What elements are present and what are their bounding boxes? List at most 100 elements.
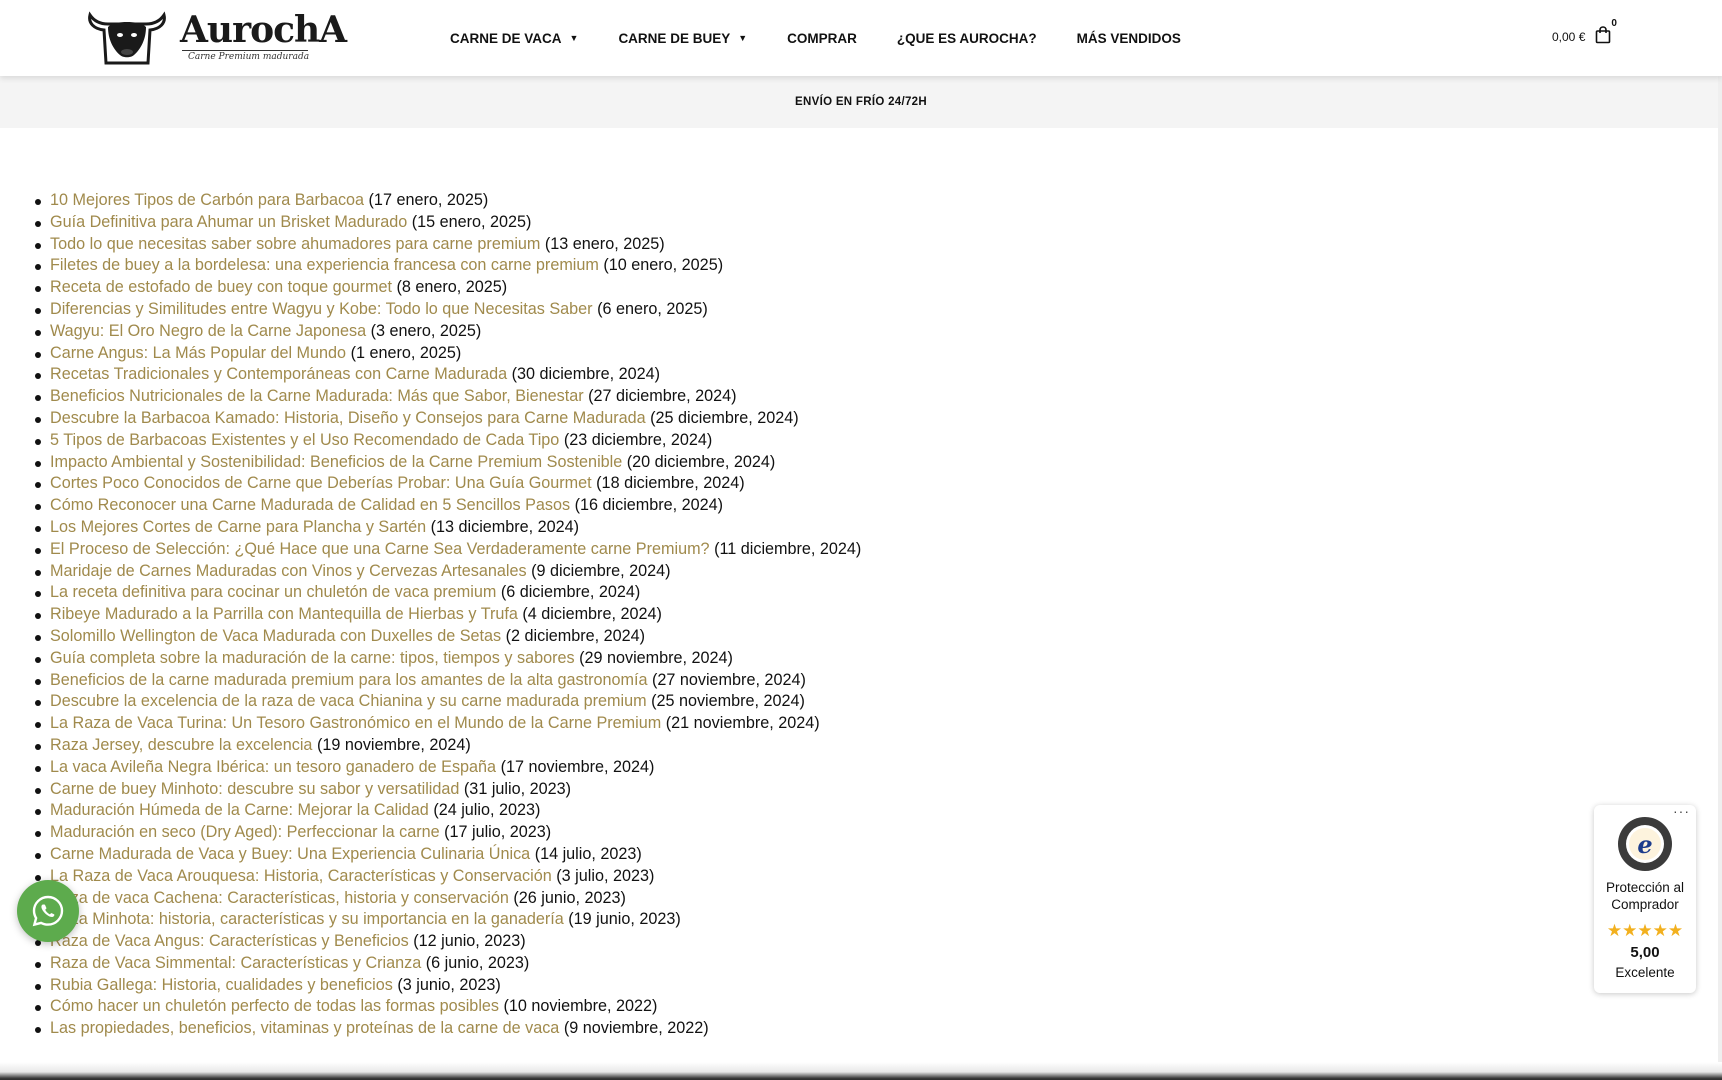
list-item: Receta de estofado de buey con toque gou… bbox=[30, 277, 861, 299]
post-date: (19 noviembre, 2024) bbox=[316, 735, 471, 754]
post-link[interactable]: Raza Minhota: historia, características … bbox=[50, 910, 564, 928]
cart-widget[interactable]: 0,00 € 0 bbox=[1552, 18, 1617, 48]
list-item: Maridaje de Carnes Maduradas con Vinos y… bbox=[30, 561, 861, 583]
post-date: (10 enero, 2025) bbox=[603, 256, 724, 275]
list-item: Diferencias y Similitudes entre Wagyu y … bbox=[30, 299, 861, 321]
list-item: Cómo Reconocer una Carne Madurada de Cal… bbox=[30, 495, 861, 517]
list-item: Recetas Tradicionales y Contemporáneas c… bbox=[30, 364, 861, 386]
post-date: (25 noviembre, 2024) bbox=[651, 692, 805, 711]
post-link[interactable]: Wagyu: El Oro Negro de la Carne Japonesa bbox=[50, 322, 366, 340]
post-link[interactable]: La receta definitiva para cocinar un chu… bbox=[50, 583, 496, 601]
post-link[interactable]: 10 Mejores Tipos de Carbón para Barbacoa bbox=[50, 191, 364, 209]
list-item: Raza de Vaca Simmental: Características … bbox=[30, 953, 861, 975]
list-item: Los Mejores Cortes de Carne para Plancha… bbox=[30, 517, 861, 539]
list-item: Wagyu: El Oro Negro de la Carne Japonesa… bbox=[30, 321, 861, 343]
shipping-banner: ENVÍO EN FRÍO 24/72H bbox=[0, 76, 1722, 128]
rating-score: 5,00 bbox=[1630, 944, 1660, 961]
post-link[interactable]: La Raza de Vaca Turina: Un Tesoro Gastro… bbox=[50, 714, 661, 732]
post-link[interactable]: La vaca Avileña Negra Ibérica: un tesoro… bbox=[50, 758, 496, 776]
post-link[interactable]: Beneficios de la carne madurada premium … bbox=[50, 671, 647, 689]
post-date: (21 noviembre, 2024) bbox=[665, 714, 820, 733]
brand-name: AurochA bbox=[180, 9, 347, 51]
post-link[interactable]: Las propiedades, beneficios, vitaminas y… bbox=[50, 1019, 559, 1037]
post-link[interactable]: Carne de buey Minhoto: descubre su sabor… bbox=[50, 780, 459, 798]
list-item: Maduración Húmeda de la Carne: Mejorar l… bbox=[30, 800, 861, 822]
post-link[interactable]: Impacto Ambiental y Sostenibilidad: Bene… bbox=[50, 453, 622, 471]
post-link[interactable]: Recetas Tradicionales y Contemporáneas c… bbox=[50, 365, 507, 383]
post-link[interactable]: Receta de estofado de buey con toque gou… bbox=[50, 278, 392, 296]
post-link[interactable]: Cortes Poco Conocidos de Carne que Deber… bbox=[50, 474, 592, 492]
nav-item-que-es-aurocha[interactable]: ¿QUE ES AUROCHA? bbox=[897, 31, 1037, 46]
list-item: Todo lo que necesitas saber sobre ahumad… bbox=[30, 234, 861, 256]
trusted-shops-badge[interactable]: ··· e Protección al Comprador ★★★★★ 5,00… bbox=[1594, 803, 1696, 993]
post-link[interactable]: Todo lo que necesitas saber sobre ahumad… bbox=[50, 235, 540, 253]
post-link[interactable]: Carne Madurada de Vaca y Buey: Una Exper… bbox=[50, 845, 530, 863]
bull-logo-icon bbox=[88, 11, 166, 65]
post-date: (31 julio, 2023) bbox=[463, 779, 572, 798]
post-link[interactable]: Cómo Reconocer una Carne Madurada de Cal… bbox=[50, 496, 570, 514]
post-link[interactable]: La Raza de Vaca Arouquesa: Historia, Car… bbox=[50, 867, 552, 885]
post-link[interactable]: Solomillo Wellington de Vaca Madurada co… bbox=[50, 627, 501, 645]
post-date: (3 junio, 2023) bbox=[397, 975, 501, 994]
post-link[interactable]: Ribeye Madurado a la Parrilla con Manteq… bbox=[50, 605, 518, 623]
list-item: Cortes Poco Conocidos de Carne que Deber… bbox=[30, 473, 861, 495]
caret-down-icon: ▼ bbox=[569, 33, 579, 43]
post-date: (23 diciembre, 2024) bbox=[563, 430, 713, 449]
nav-item-comprar[interactable]: COMPRAR bbox=[787, 31, 857, 46]
post-link[interactable]: Filetes de buey a la bordelesa: una expe… bbox=[50, 256, 599, 274]
post-link[interactable]: Descubre la excelencia de la raza de vac… bbox=[50, 692, 647, 710]
post-date: (12 junio, 2023) bbox=[413, 932, 526, 951]
rating-label: Excelente bbox=[1615, 965, 1675, 980]
post-date: (13 diciembre, 2024) bbox=[430, 517, 580, 536]
trust-badge-label: Protección al Comprador bbox=[1605, 880, 1685, 912]
post-link[interactable]: Rubia Gallega: Historia, cualidades y be… bbox=[50, 976, 393, 994]
list-item: Carne Madurada de Vaca y Buey: Una Exper… bbox=[30, 844, 861, 866]
list-item: Guía Definitiva para Ahumar un Brisket M… bbox=[30, 212, 861, 234]
post-link[interactable]: Diferencias y Similitudes entre Wagyu y … bbox=[50, 300, 593, 318]
list-item: 10 Mejores Tipos de Carbón para Barbacoa… bbox=[30, 190, 861, 212]
post-date: (8 enero, 2025) bbox=[396, 278, 508, 297]
post-link[interactable]: Guía completa sobre la maduración de la … bbox=[50, 649, 575, 667]
post-link[interactable]: El Proceso de Selección: ¿Qué Hace que u… bbox=[50, 540, 710, 558]
nav-item-carne-de-vaca[interactable]: CARNE DE VACA ▼ bbox=[450, 31, 578, 46]
post-link[interactable]: Los Mejores Cortes de Carne para Plancha… bbox=[50, 518, 426, 536]
post-date: (3 enero, 2025) bbox=[370, 321, 482, 340]
list-item: Las propiedades, beneficios, vitaminas y… bbox=[30, 1018, 861, 1040]
cart-count-badge: 0 bbox=[1611, 18, 1617, 29]
scrollbar-track[interactable] bbox=[1718, 0, 1722, 1080]
shipping-banner-text: ENVÍO EN FRÍO 24/72H bbox=[795, 96, 927, 108]
post-link[interactable]: Maduración Húmeda de la Carne: Mejorar l… bbox=[50, 801, 429, 819]
post-date: (4 diciembre, 2024) bbox=[522, 605, 662, 624]
post-date: (10 noviembre, 2022) bbox=[503, 997, 658, 1016]
post-date: (14 julio, 2023) bbox=[534, 844, 642, 863]
post-link[interactable]: Maduración en seco (Dry Aged): Perfeccio… bbox=[50, 823, 440, 841]
brand-tagline: Carne Premium madurada bbox=[188, 52, 310, 62]
post-link[interactable]: Raza Jersey, descubre la excelencia bbox=[50, 736, 312, 754]
post-link[interactable]: Raza de Vaca Angus: Características y Be… bbox=[50, 932, 409, 950]
list-item: Rubia Gallega: Historia, cualidades y be… bbox=[30, 975, 861, 997]
post-link[interactable]: Raza de Vaca Simmental: Características … bbox=[50, 954, 421, 972]
post-link[interactable]: 5 Tipos de Barbacoas Existentes y el Uso… bbox=[50, 431, 559, 449]
post-link[interactable]: Carne Angus: La Más Popular del Mundo bbox=[50, 344, 346, 362]
post-date: (16 diciembre, 2024) bbox=[574, 496, 724, 515]
list-item: Descubre la excelencia de la raza de vac… bbox=[30, 691, 861, 713]
list-item: Carne Angus: La Más Popular del Mundo (1… bbox=[30, 343, 861, 365]
list-item: Raza de Vaca Angus: Características y Be… bbox=[30, 931, 861, 953]
nav-item-label: MÁS VENDIDOS bbox=[1076, 30, 1181, 46]
list-item: La receta definitiva para cocinar un chu… bbox=[30, 582, 861, 604]
post-link[interactable]: Descubre la Barbacoa Kamado: Historia, D… bbox=[50, 409, 646, 427]
post-link[interactable]: Beneficios Nutricionales de la Carne Mad… bbox=[50, 387, 584, 405]
whatsapp-button[interactable] bbox=[17, 880, 79, 942]
logo[interactable]: AurochA Carne Premium madurada bbox=[86, 8, 347, 68]
post-link[interactable]: Cómo hacer un chuletón perfecto de todas… bbox=[50, 997, 499, 1015]
post-link[interactable]: Maridaje de Carnes Maduradas con Vinos y… bbox=[50, 562, 527, 580]
shopping-bag-icon[interactable]: 0 bbox=[1595, 18, 1617, 48]
more-options-icon[interactable]: ··· bbox=[1673, 803, 1690, 819]
trusted-shops-seal-icon: e bbox=[1618, 817, 1672, 871]
post-link[interactable]: Guía Definitiva para Ahumar un Brisket M… bbox=[50, 213, 407, 231]
post-link[interactable]: Raza de vaca Cachena: Características, h… bbox=[50, 889, 509, 907]
nav-item-carne-de-buey[interactable]: CARNE DE BUEY ▼ bbox=[618, 31, 747, 46]
post-date: (9 diciembre, 2024) bbox=[531, 561, 671, 580]
nav-item-mas-vendidos[interactable]: MÁS VENDIDOS bbox=[1077, 31, 1181, 46]
post-date: (25 diciembre, 2024) bbox=[650, 408, 799, 427]
